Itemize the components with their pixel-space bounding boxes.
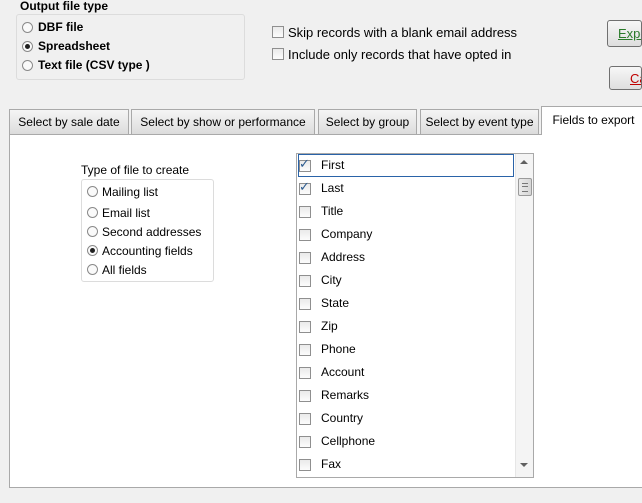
tab-select-by-sale-date[interactable]: Select by sale date	[9, 109, 129, 134]
radio-text-file[interactable]	[22, 60, 33, 71]
field-row-company[interactable]: Company	[298, 223, 514, 246]
field-label: State	[321, 296, 350, 310]
check-icon: ✓	[299, 157, 310, 172]
radio-accounting-fields[interactable]	[87, 245, 98, 256]
field-row-cellphone[interactable]: Cellphone	[298, 430, 514, 453]
fields-scrollbar[interactable]	[515, 154, 533, 477]
field-label: Company	[321, 227, 373, 241]
field-row-city[interactable]: City	[298, 269, 514, 292]
field-label: Cellphone	[321, 434, 376, 448]
field-row-last[interactable]: ✓ Last	[298, 177, 514, 200]
field-label: Phone	[321, 342, 356, 356]
field-checkbox[interactable]	[299, 252, 311, 264]
tab-fields-to-export[interactable]: Fields to export	[541, 106, 642, 135]
field-label: Remarks	[321, 388, 370, 402]
field-row-first[interactable]: ✓ First	[298, 154, 514, 177]
field-row-address[interactable]: Address	[298, 246, 514, 269]
field-row-title[interactable]: Title	[298, 200, 514, 223]
field-label: Country	[321, 411, 364, 425]
field-label: First	[321, 158, 345, 172]
radio-second-addresses[interactable]	[87, 226, 98, 237]
opted-in-label[interactable]: Include only records that have opted in	[288, 47, 511, 62]
field-row-account[interactable]: Account	[298, 361, 514, 384]
field-row-zip[interactable]: Zip	[298, 315, 514, 338]
radio-accounting-fields-label[interactable]: Accounting fields	[102, 244, 193, 258]
tab-label: Select by event type	[425, 115, 534, 129]
scroll-down-icon[interactable]	[520, 463, 528, 467]
check-icon: ✓	[299, 180, 310, 195]
opted-in-checkbox[interactable]	[272, 48, 284, 60]
grip-icon	[522, 183, 528, 192]
field-checkbox[interactable]	[299, 344, 311, 356]
tab-select-by-show[interactable]: Select by show or performance	[131, 109, 315, 134]
field-checkbox[interactable]	[299, 298, 311, 310]
output-type-title: Output file type	[19, 0, 109, 13]
radio-dbf-file[interactable]	[22, 22, 33, 33]
field-checkbox[interactable]: ✓	[299, 180, 311, 195]
radio-email-list[interactable]	[87, 207, 98, 218]
export-button-label: Export	[618, 26, 641, 41]
field-checkbox[interactable]	[299, 229, 311, 241]
scroll-up-icon[interactable]	[520, 160, 528, 164]
tab-select-by-group[interactable]: Select by group	[318, 109, 417, 134]
field-checkbox[interactable]	[299, 413, 311, 425]
tab-label: Select by sale date	[18, 115, 120, 129]
field-row-fax[interactable]: Fax	[298, 453, 514, 476]
skip-blank-email-label[interactable]: Skip records with a blank email address	[288, 25, 517, 40]
radio-spreadsheet[interactable]	[22, 41, 33, 52]
field-checkbox[interactable]	[299, 321, 311, 333]
radio-second-addresses-label[interactable]: Second addresses	[102, 225, 201, 239]
radio-dbf-file-label[interactable]: DBF file	[38, 20, 83, 34]
field-label: Address	[321, 250, 366, 264]
field-checkbox[interactable]	[299, 390, 311, 402]
field-row-remarks[interactable]: Remarks	[298, 384, 514, 407]
radio-mailing-list[interactable]	[87, 186, 98, 197]
radio-mailing-list-label[interactable]: Mailing list	[102, 185, 158, 199]
field-label: Last	[321, 181, 344, 195]
radio-email-list-label[interactable]: Email list	[102, 206, 150, 220]
field-row-country[interactable]: Country	[298, 407, 514, 430]
tab-label: Select by show or performance	[140, 115, 306, 129]
radio-all-fields-label[interactable]: All fields	[102, 263, 147, 277]
skip-blank-email-checkbox[interactable]	[272, 26, 284, 38]
field-row-phone[interactable]: Phone	[298, 338, 514, 361]
scroll-thumb[interactable]	[518, 178, 532, 196]
radio-all-fields[interactable]	[87, 264, 98, 275]
field-checkbox[interactable]	[299, 459, 311, 471]
field-label: City	[321, 273, 342, 287]
cancel-button[interactable]: Cancel	[609, 66, 642, 90]
radio-spreadsheet-label[interactable]: Spreadsheet	[38, 39, 110, 53]
field-checkbox[interactable]	[299, 436, 311, 448]
tab-label: Fields to export	[552, 113, 635, 127]
field-label: Fax	[321, 457, 342, 471]
tab-label: Select by group	[325, 115, 410, 129]
cancel-button-label: Cancel	[630, 71, 641, 86]
field-row-state[interactable]: State	[298, 292, 514, 315]
field-checkbox[interactable]	[299, 275, 311, 287]
field-checkbox[interactable]	[299, 206, 311, 218]
file-type-title: Type of file to create	[81, 163, 190, 177]
field-label: Zip	[321, 319, 338, 333]
export-button[interactable]: Export	[607, 20, 642, 47]
field-checkbox[interactable]: ✓	[299, 157, 311, 172]
radio-text-file-label[interactable]: Text file (CSV type )	[38, 58, 150, 72]
tab-select-by-event-type[interactable]: Select by event type	[420, 109, 539, 134]
field-label: Title	[321, 204, 344, 218]
field-checkbox[interactable]	[299, 367, 311, 379]
field-label: Account	[321, 365, 365, 379]
